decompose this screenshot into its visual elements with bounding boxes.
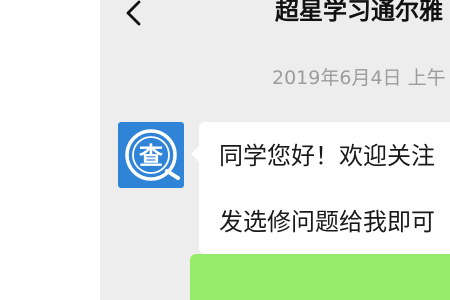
message-bubble[interactable]: 同学您好！欢迎关注 发选修问题给我即可: [191, 122, 450, 254]
avatar[interactable]: 查: [118, 122, 184, 188]
avatar-glyph: 查: [139, 142, 163, 170]
screen: 超星学习通尔雅 2019年6月4日 上午 查 同学您好！欢迎关注 发选修问题给我…: [0, 0, 450, 300]
chevron-left-icon: [126, 0, 141, 26]
message-timestamp: 2019年6月4日 上午: [272, 67, 446, 89]
message-line: 发选修问题给我即可: [219, 208, 435, 236]
chat-title: 超星学习通尔雅: [275, 0, 443, 25]
back-button[interactable]: [116, 0, 152, 32]
chat-panel: 超星学习通尔雅 2019年6月4日 上午 查 同学您好！欢迎关注 发选修问题给我…: [100, 0, 450, 300]
message-line: 同学您好！欢迎关注: [219, 142, 435, 170]
outgoing-message-bubble[interactable]: [190, 254, 450, 300]
cha-logo-icon: 查: [125, 129, 180, 181]
